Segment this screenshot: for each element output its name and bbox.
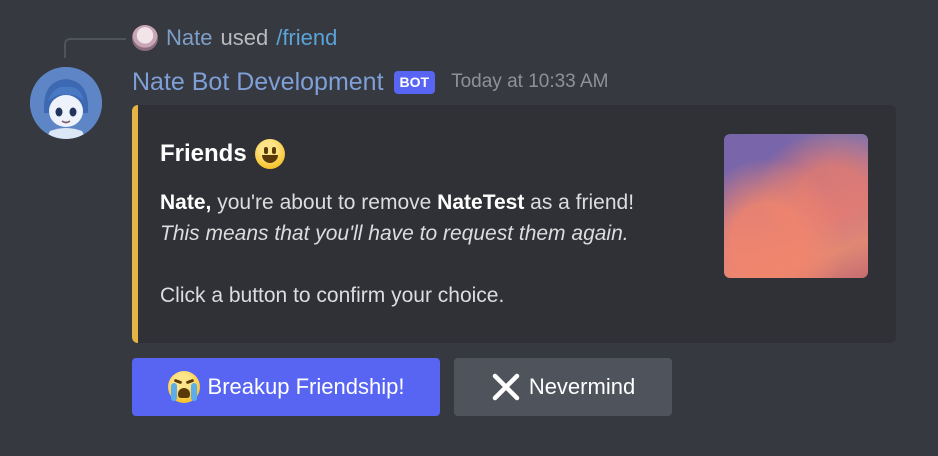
reply-connector [64, 38, 126, 58]
embed-desc-line-1: Nate, you're about to remove NateTest as… [160, 187, 634, 218]
embed-title-text: Friends [160, 140, 247, 167]
crying-face-emoji-icon [167, 371, 200, 403]
embed-card: Friends Nate, you're about to remove Nat… [132, 105, 896, 343]
reply-username[interactable]: Nate [166, 25, 212, 51]
desc-user-name: Nate, [160, 191, 212, 214]
desc-target-name: NateTest [437, 191, 525, 214]
embed-description: Nate, you're about to remove NateTest as… [160, 187, 634, 311]
desc-blank-line [160, 249, 634, 280]
desc-italic-note: This means that you'll have to request t… [160, 222, 629, 245]
message-timestamp[interactable]: Today at 10:33 AM [451, 71, 608, 93]
breakup-friendship-label: Breakup Friendship! [207, 374, 405, 399]
embed-desc-line-2: This means that you'll have to request t… [160, 218, 634, 249]
desc-text-2: as a friend! [524, 191, 635, 214]
bot-avatar[interactable] [30, 67, 102, 139]
embed-desc-footer: Click a button to confirm your choice. [160, 284, 505, 307]
nevermind-button[interactable]: Nevermind [454, 358, 672, 416]
embed-title: Friends [160, 139, 285, 169]
nevermind-label: Nevermind [528, 374, 636, 399]
embed-thumbnail-image[interactable] [724, 134, 868, 278]
breakup-friendship-button[interactable]: Breakup Friendship! [132, 358, 440, 416]
anime-character-icon [30, 67, 102, 139]
interaction-reference[interactable]: Nate used /friend [132, 24, 337, 52]
reply-user-avatar[interactable] [132, 25, 158, 51]
grinning-face-emoji-icon [254, 139, 285, 169]
author-username[interactable]: Nate Bot Development [132, 68, 384, 97]
reply-command[interactable]: /friend [276, 25, 337, 51]
reply-verb: used [220, 25, 269, 50]
cross-mark-icon [491, 372, 521, 402]
bot-tag-badge: BOT [393, 70, 436, 94]
message-header: Nate Bot Development BOT Today at 10:33 … [132, 66, 608, 98]
desc-text-1: you're about to remove [211, 191, 438, 214]
